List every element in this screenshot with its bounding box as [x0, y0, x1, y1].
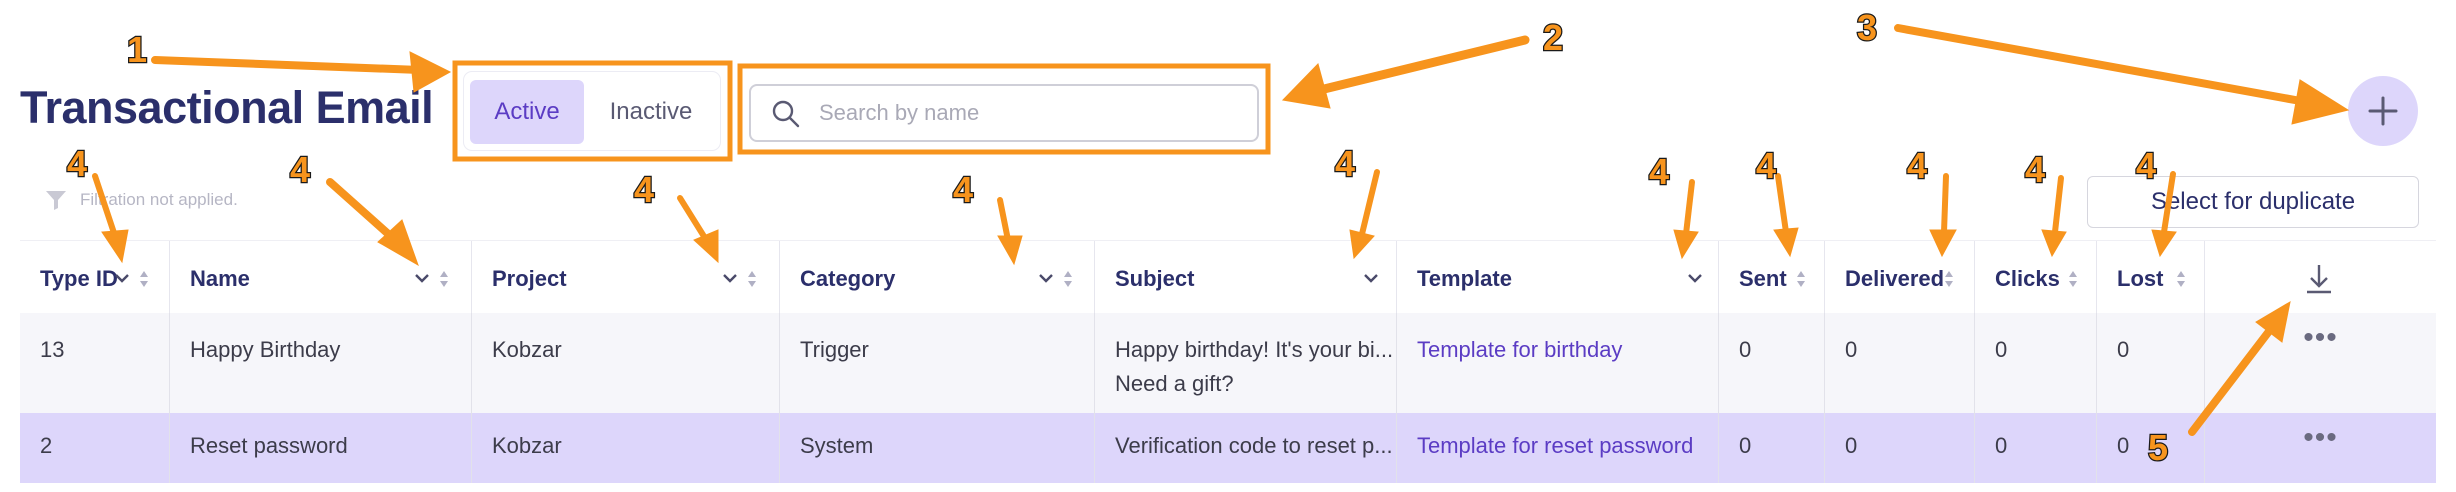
annotation-4: 4: [2025, 149, 2045, 190]
annotation-1: 1: [127, 29, 147, 70]
annotation-overlay: 1 2 3 4 4 4 4 4 4 4 4 4 4 5: [66, 6, 2350, 470]
annotation-2: 2: [1543, 17, 1563, 58]
annotation-4: 4: [1756, 145, 1776, 186]
annotation-5: 5: [2148, 427, 2168, 468]
annotation-4: 4: [1335, 143, 1355, 184]
annotation-4: 4: [290, 149, 310, 190]
annotation-4: 4: [634, 169, 654, 210]
annotation-4: 4: [2136, 145, 2156, 186]
highlight-box-search: [737, 63, 1271, 155]
annotation-4: 4: [1907, 145, 1927, 186]
annotation-numbers: 1 2 3 4 4 4 4 4 4 4 4 4 4 5: [66, 6, 2170, 470]
annotation-4: 4: [953, 169, 973, 210]
highlight-box-toggle: [452, 60, 733, 162]
annotation-arrows: [92, 24, 2350, 436]
annotation-4: 4: [67, 143, 87, 184]
annotation-3: 3: [1857, 7, 1877, 48]
annotation-4: 4: [1649, 151, 1669, 192]
